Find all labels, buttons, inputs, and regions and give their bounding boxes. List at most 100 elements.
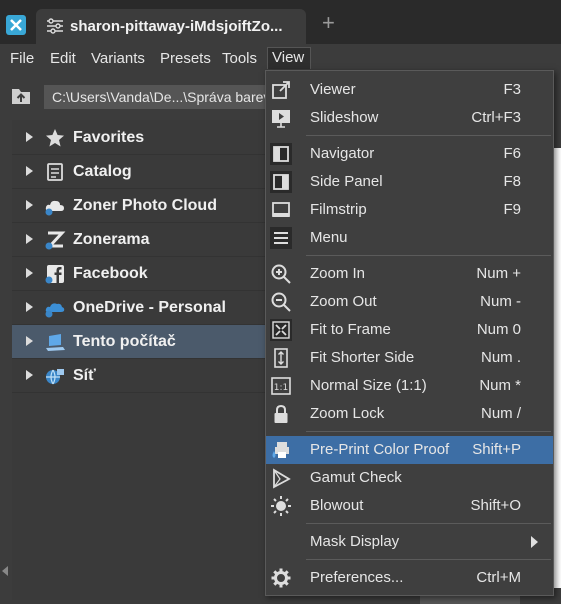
- menu-separator: [306, 559, 551, 560]
- onedrive-icon: [45, 303, 65, 318]
- tree-node-zonerama[interactable]: Zonerama: [12, 223, 272, 257]
- menu-item-shortcut: Shift+P: [472, 441, 521, 458]
- tree-node-this-computer[interactable]: Tento počítač: [12, 325, 272, 359]
- tree-node-label: Zonerama: [73, 231, 150, 248]
- menu-item-shortcut: F8: [503, 173, 521, 190]
- menu-item-zoom-in[interactable]: Zoom In Num +: [266, 260, 553, 288]
- menu-item-menu[interactable]: Menu: [266, 224, 553, 252]
- expand-arrow-icon[interactable]: [26, 370, 33, 380]
- tree-node-catalog[interactable]: Catalog: [12, 155, 272, 189]
- gear-icon: [271, 568, 291, 588]
- expand-arrow-icon[interactable]: [26, 200, 33, 210]
- menu-item-shortcut: Ctrl+M: [476, 569, 521, 586]
- menu-item-label: Zoom In: [310, 265, 366, 282]
- new-tab-plus-icon[interactable]: +: [322, 12, 335, 34]
- expand-arrow-icon[interactable]: [26, 302, 33, 312]
- network-icon: [46, 369, 64, 385]
- viewer-icon: [272, 81, 290, 99]
- tree-node-onedrive[interactable]: OneDrive - Personal: [12, 291, 272, 325]
- expand-arrow-icon[interactable]: [26, 132, 33, 142]
- menu-edit[interactable]: Edit: [50, 50, 76, 67]
- fit-to-frame-icon: [270, 319, 292, 341]
- expand-arrow-icon[interactable]: [26, 336, 33, 346]
- tree-node-favorites[interactable]: Favorites: [12, 121, 272, 155]
- left-collapse-strip: [0, 120, 12, 604]
- tree-node-label: Favorites: [73, 129, 145, 146]
- menu-item-blowout[interactable]: Blowout Shift+O: [266, 492, 553, 520]
- folder-up-icon[interactable]: [10, 86, 32, 106]
- menu-icon: [270, 227, 292, 249]
- color-proof-icon: [272, 442, 289, 458]
- menu-item-shortcut: Num *: [479, 377, 521, 394]
- tab-title: sharon-pittaway-iMdsjoiftZo...: [70, 18, 283, 35]
- menu-item-shortcut: Shift+O: [470, 497, 521, 514]
- title-bar: sharon-pittaway-iMdsjoiftZo... +: [0, 0, 561, 44]
- menu-item-side-panel[interactable]: Side Panel F8: [266, 168, 553, 196]
- menu-separator: [306, 523, 551, 524]
- zoom-out-icon: [271, 292, 291, 312]
- navigator-icon: [270, 143, 292, 165]
- menu-item-mask-display[interactable]: Mask Display: [266, 528, 553, 556]
- tree-node-label: Síť: [73, 367, 96, 384]
- menu-separator: [306, 431, 551, 432]
- gamut-icon: [273, 468, 291, 489]
- menu-item-zoom-out[interactable]: Zoom Out Num -: [266, 288, 553, 316]
- menu-item-label: Slideshow: [310, 109, 379, 126]
- tree-node-network[interactable]: Síť: [12, 359, 272, 393]
- menu-item-slideshow[interactable]: Slideshow Ctrl+F3: [266, 104, 553, 132]
- document-tab[interactable]: sharon-pittaway-iMdsjoiftZo...: [36, 9, 306, 44]
- tree-node-label: Catalog: [73, 163, 132, 180]
- menu-item-navigator[interactable]: Navigator F6: [266, 140, 553, 168]
- menu-item-label: Blowout: [310, 497, 364, 514]
- side-panel-icon: [270, 171, 292, 193]
- expand-arrow-icon[interactable]: [26, 166, 33, 176]
- menu-file[interactable]: File: [10, 50, 34, 67]
- menu-item-fit-to-frame[interactable]: Fit to Frame Num 0: [266, 316, 553, 344]
- normal-size-icon: 1:1: [271, 377, 291, 395]
- menu-item-shortcut: Num 0: [476, 321, 521, 338]
- view-menu-dropdown: Viewer F3 Slideshow Ctrl+F3 Navigator F6…: [265, 70, 554, 596]
- submenu-arrow-icon: [531, 536, 538, 548]
- menu-item-label: Navigator: [310, 145, 375, 162]
- menu-item-shortcut: Num /: [480, 405, 521, 422]
- navigation-tree: Favorites Catalog Zoner Photo Cloud Zone…: [12, 120, 272, 600]
- menu-tools[interactable]: Tools: [222, 50, 257, 67]
- tree-node-label: Facebook: [73, 265, 148, 282]
- menu-item-label: Preferences...: [310, 569, 404, 586]
- menu-item-label: Mask Display: [310, 533, 400, 550]
- menu-item-label: Menu: [310, 229, 348, 246]
- tree-node-label: Tento počítač: [73, 333, 176, 350]
- tree-node-zoner-photo-cloud[interactable]: Zoner Photo Cloud: [12, 189, 272, 223]
- menu-item-shortcut: F3: [503, 81, 521, 98]
- menu-item-viewer[interactable]: Viewer F3: [266, 76, 553, 104]
- menu-item-shortcut: Num -: [480, 293, 521, 310]
- expand-arrow-icon[interactable]: [26, 268, 33, 278]
- menu-item-zoom-lock[interactable]: Zoom Lock Num /: [266, 400, 553, 428]
- menu-item-label: Fit to Frame: [310, 321, 391, 338]
- collapse-left-icon[interactable]: [2, 566, 8, 576]
- facebook-icon: [45, 265, 64, 284]
- tree-node-label: Zoner Photo Cloud: [73, 197, 217, 214]
- menu-item-fit-shorter-side[interactable]: Fit Shorter Side Num .: [266, 344, 553, 372]
- menu-presets[interactable]: Presets: [160, 50, 211, 67]
- expand-arrow-icon[interactable]: [26, 234, 33, 244]
- menu-item-label: Zoom Lock: [310, 405, 385, 422]
- menu-item-label: Pre-Print Color Proof: [310, 441, 450, 458]
- blowout-icon: [271, 496, 291, 516]
- path-input[interactable]: C:\Users\Vanda\De...\Správa barev: [44, 85, 292, 109]
- cloud-icon: [45, 200, 64, 216]
- menu-item-filmstrip[interactable]: Filmstrip F9: [266, 196, 553, 224]
- menu-item-pre-print-color-proof[interactable]: Pre-Print Color Proof Shift+P: [266, 436, 553, 464]
- menu-item-label: Normal Size (1:1): [310, 377, 427, 394]
- tree-node-facebook[interactable]: Facebook: [12, 257, 272, 291]
- zonerama-icon: [45, 231, 66, 250]
- svg-text:1:1: 1:1: [274, 383, 288, 393]
- fit-shorter-side-icon: [274, 348, 288, 368]
- menu-variants[interactable]: Variants: [91, 50, 145, 67]
- menu-item-preferences[interactable]: Preferences... Ctrl+M: [266, 564, 553, 592]
- menu-item-shortcut: F9: [503, 201, 521, 218]
- menu-item-gamut-check[interactable]: Gamut Check: [266, 464, 553, 492]
- menu-item-normal-size[interactable]: 1:1 Normal Size (1:1) Num *: [266, 372, 553, 400]
- catalog-icon: [47, 163, 63, 181]
- menu-view[interactable]: View: [267, 47, 312, 69]
